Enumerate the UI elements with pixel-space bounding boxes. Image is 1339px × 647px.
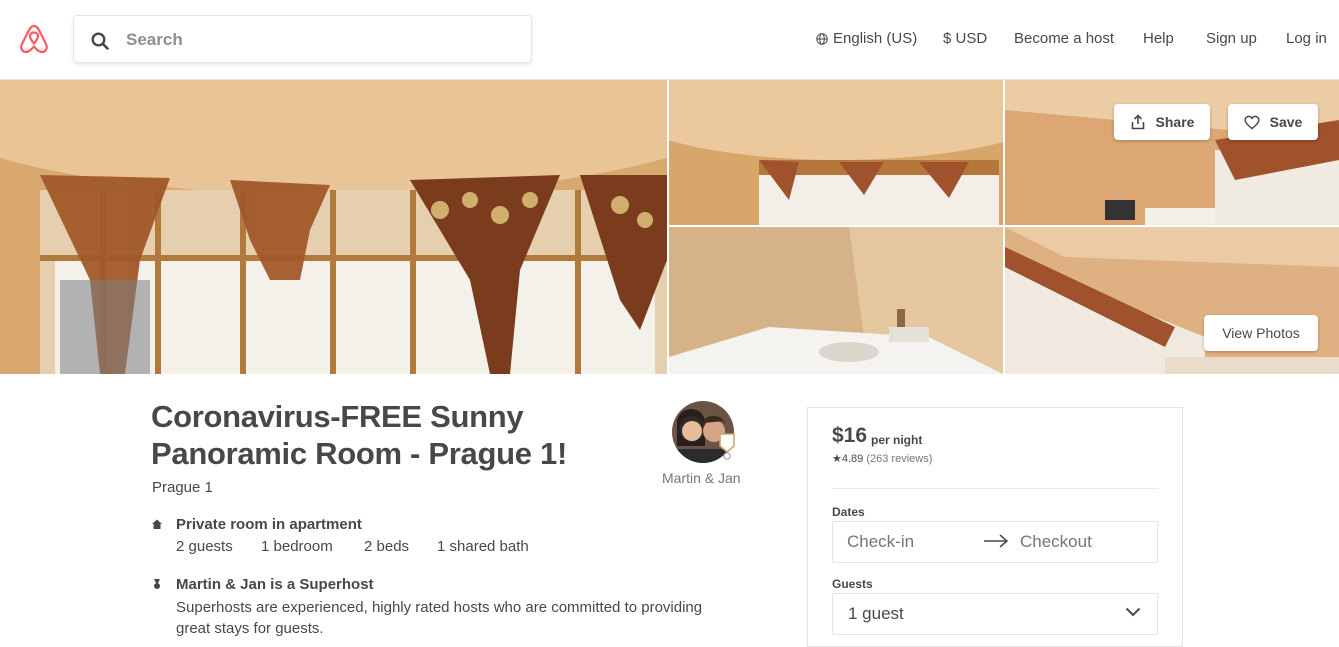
arrow-right-icon <box>984 534 1009 548</box>
guests-value: 1 guest <box>848 604 904 623</box>
checkout-input[interactable]: Checkout <box>1020 532 1092 552</box>
listing-location[interactable]: Prague 1 <box>152 479 213 496</box>
language-selector[interactable]: English (US) <box>816 30 917 47</box>
guests-label: Guests <box>832 577 873 591</box>
share-label: Share <box>1155 114 1195 130</box>
guest-count: 2 guests <box>176 538 233 555</box>
bedroom-count: 1 bedroom <box>261 538 333 555</box>
search-input[interactable] <box>124 26 508 54</box>
rating-value: ★4.89 <box>832 453 864 465</box>
host-name[interactable]: Martin & Jan <box>662 470 741 486</box>
bed-count: 2 beds <box>364 538 410 555</box>
photo-5[interactable] <box>1005 227 1339 374</box>
currency-selector[interactable]: $ USD <box>943 30 987 47</box>
photo-2[interactable] <box>669 80 1003 225</box>
photo-gallery: Share Save View Photos <box>0 80 1339 374</box>
view-photos-button[interactable]: View Photos <box>1204 315 1318 351</box>
dates-label: Dates <box>832 505 865 519</box>
home-icon <box>152 519 162 529</box>
card-divider <box>832 488 1158 489</box>
rating-summary[interactable]: ★4.89 (263 reviews) <box>832 452 932 465</box>
globe-icon <box>816 33 828 45</box>
photo-3[interactable] <box>1005 80 1339 225</box>
help-link[interactable]: Help <box>1143 30 1174 47</box>
save-button[interactable]: Save <box>1228 104 1318 140</box>
superhost-badge-icon <box>719 433 735 460</box>
superhost-title: Martin & Jan is a Superhost <box>176 576 374 593</box>
per-night-label: per night <box>871 433 923 447</box>
share-button[interactable]: Share <box>1114 104 1210 140</box>
airbnb-logo-icon[interactable] <box>18 22 50 56</box>
become-host-link[interactable]: Become a host <box>1014 30 1114 47</box>
sign-up-link[interactable]: Sign up <box>1206 30 1257 47</box>
save-label: Save <box>1269 114 1303 130</box>
listing-title: Coronavirus-FREE Sunny Panoramic Room - … <box>151 399 567 471</box>
search-bar[interactable] <box>73 15 532 63</box>
language-label: English (US) <box>833 30 918 47</box>
main-photo[interactable] <box>0 80 667 374</box>
review-count: (263 reviews) <box>866 453 933 465</box>
medal-icon <box>154 579 160 589</box>
heart-icon <box>1244 115 1260 129</box>
share-icon <box>1131 114 1144 130</box>
chevron-down-icon[interactable] <box>1125 606 1141 618</box>
photo-4[interactable] <box>669 227 1003 374</box>
search-icon <box>91 32 109 50</box>
log-in-link[interactable]: Log in <box>1286 30 1327 47</box>
header: English (US) $ USD Become a host Help Si… <box>0 0 1339 80</box>
nightly-price: $16 <box>832 424 868 447</box>
bath-count: 1 shared bath <box>437 538 529 555</box>
room-type: Private room in apartment <box>176 516 362 533</box>
checkin-input[interactable]: Check-in <box>847 532 914 552</box>
